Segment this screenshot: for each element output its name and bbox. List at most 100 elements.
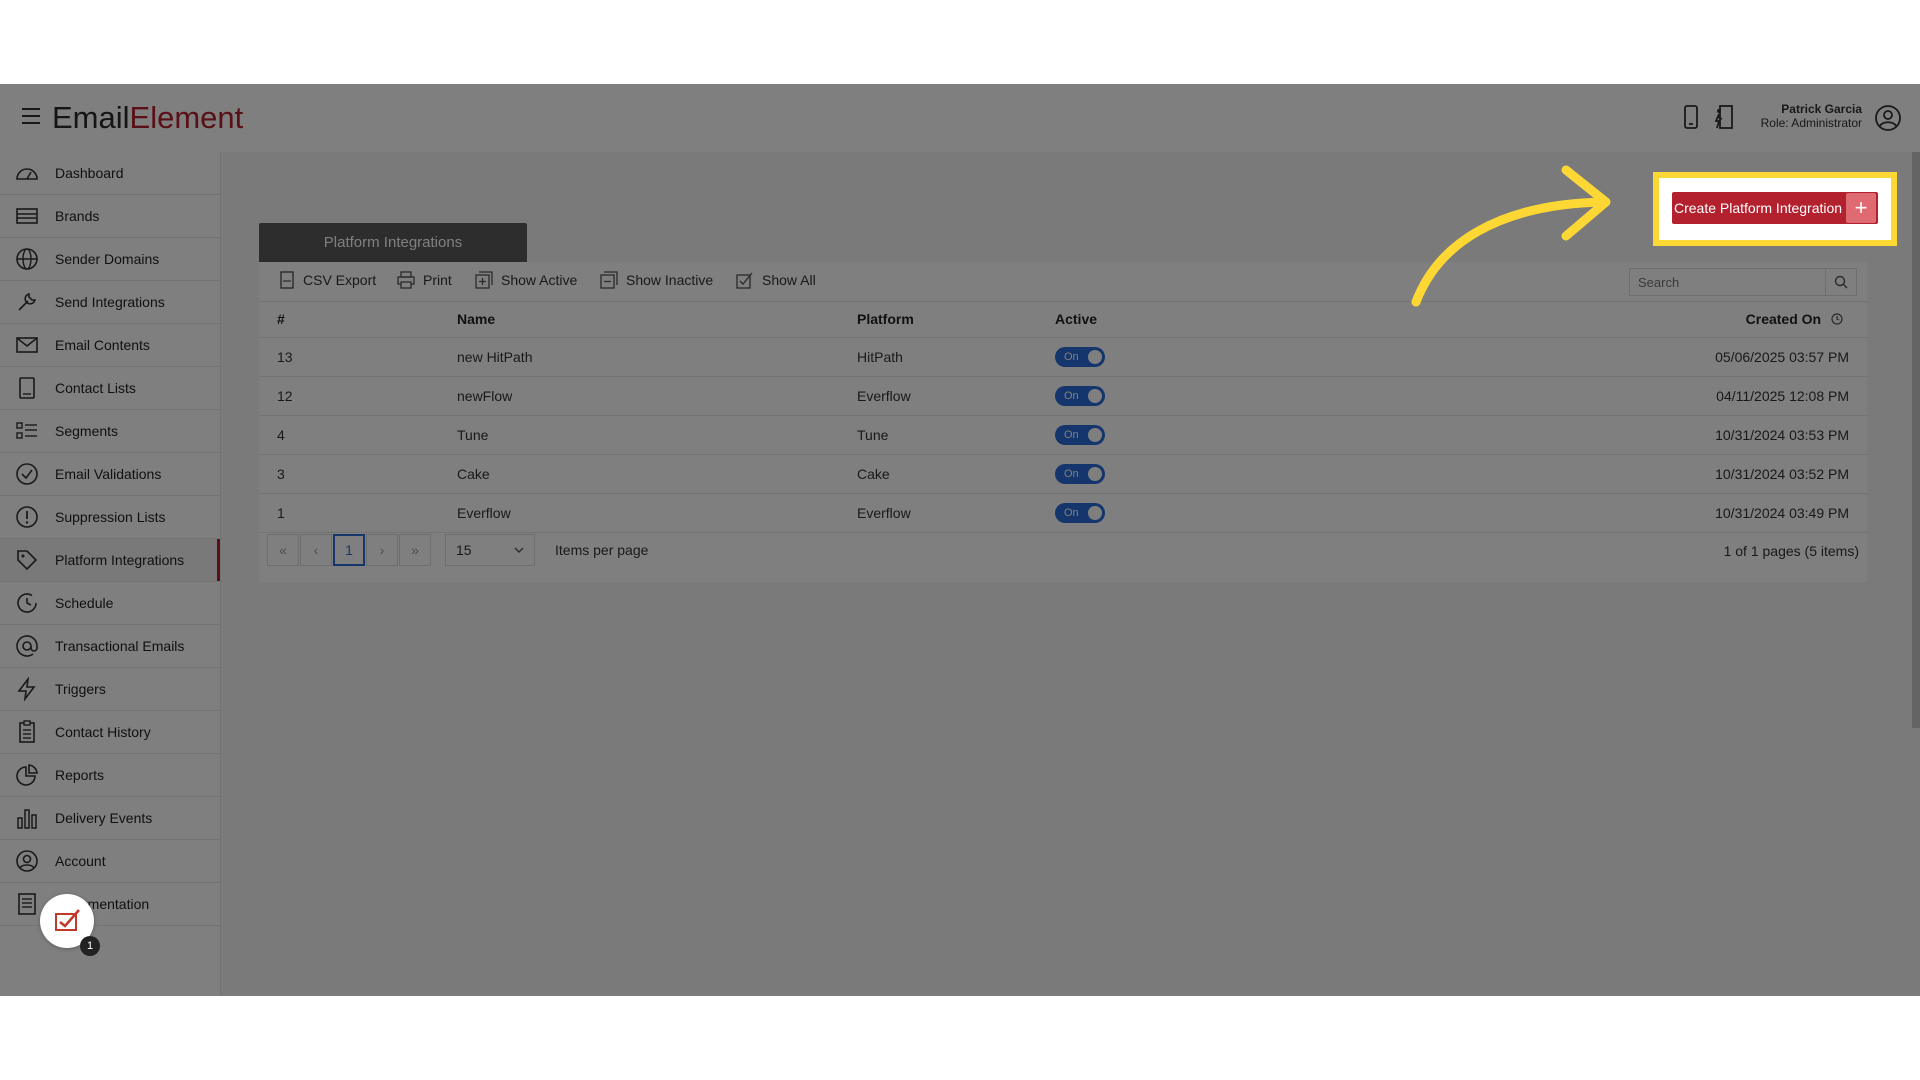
tag-icon	[14, 548, 40, 572]
table-row[interactable]: 4 Tune Tune On 10/31/2024 03:53 PM	[259, 415, 1867, 455]
page-1-button[interactable]: 1	[333, 534, 365, 566]
app-logo[interactable]: EmailElement	[52, 98, 243, 138]
sidebar-item-platform-integrations[interactable]: Platform Integrations	[0, 539, 220, 582]
sidebar-item-contact-history[interactable]: Contact History	[0, 711, 220, 754]
segments-icon	[14, 419, 40, 443]
table-row[interactable]: 3 Cake Cake On 10/31/2024 03:52 PM	[259, 454, 1867, 494]
user-avatar-icon[interactable]	[1874, 104, 1902, 132]
cell-num: 3	[259, 454, 457, 494]
last-page-button[interactable]: »	[399, 534, 431, 566]
logout-icon[interactable]	[1710, 104, 1736, 130]
list-icon	[14, 376, 40, 400]
page-size-value: 15	[456, 542, 472, 558]
page-size-select[interactable]: 15	[445, 534, 535, 566]
tab-platform-integrations[interactable]: Platform Integrations	[259, 223, 527, 262]
sidebar-item-contact-lists[interactable]: Contact Lists	[0, 367, 220, 410]
create-platform-integration-button[interactable]: Create Platform Integration +	[1672, 192, 1879, 224]
cell-created-on: 04/11/2025 12:08 PM	[1275, 376, 1867, 416]
search-icon[interactable]	[1825, 269, 1856, 295]
sidebar-item-segments[interactable]: Segments	[0, 410, 220, 453]
column-header-name[interactable]: Name	[457, 301, 857, 338]
sidebar-item-suppression-lists[interactable]: Suppression Lists	[0, 496, 220, 539]
table-row[interactable]: 12 newFlow Everflow On 04/11/2025 12:08 …	[259, 376, 1867, 416]
sidebar-item-label: Platform Integrations	[55, 552, 185, 568]
sidebar-item-delivery-events[interactable]: Delivery Events	[0, 797, 220, 840]
sidebar-item-label: Transactional Emails	[55, 638, 185, 654]
sidebar-item-label: Contact History	[55, 724, 151, 740]
csv-export-button[interactable]: CSV Export	[279, 271, 376, 289]
search-box	[1629, 268, 1857, 296]
show-all-label: Show All	[762, 272, 816, 288]
print-button[interactable]: Print	[397, 271, 452, 289]
active-toggle[interactable]: On	[1055, 503, 1105, 523]
document-icon	[14, 892, 40, 916]
sidebar-item-label: Email Contents	[55, 337, 150, 353]
next-page-button[interactable]: ›	[366, 534, 398, 566]
show-inactive-label: Show Inactive	[626, 272, 714, 288]
globe-icon	[14, 247, 40, 271]
sidebar-item-email-contents[interactable]: Email Contents	[0, 324, 220, 367]
cell-name: newFlow	[457, 376, 857, 416]
cell-platform: HitPath	[857, 337, 1055, 377]
sidebar-item-label: Send Integrations	[55, 294, 165, 310]
show-inactive-button[interactable]: Show Inactive	[600, 271, 713, 289]
column-header-active[interactable]: Active	[1055, 301, 1275, 338]
pointer-arrow-icon	[1411, 165, 1611, 307]
sidebar-item-brands[interactable]: Brands	[0, 195, 220, 238]
search-input[interactable]	[1630, 269, 1825, 295]
show-active-button[interactable]: Show Active	[475, 271, 577, 289]
chevron-down-icon	[514, 547, 524, 553]
toggle-label: On	[1064, 468, 1079, 480]
sidebar-item-triggers[interactable]: Triggers	[0, 668, 220, 711]
column-header-num[interactable]: #	[259, 301, 457, 338]
cell-name: new HitPath	[457, 337, 857, 377]
mobile-icon[interactable]	[1678, 104, 1704, 130]
csv-export-label: CSV Export	[303, 272, 377, 288]
show-all-button[interactable]: Show All	[736, 271, 816, 289]
first-page-button[interactable]: «	[267, 534, 299, 566]
active-toggle[interactable]: On	[1055, 464, 1105, 484]
user-circle-icon	[14, 849, 40, 873]
app-window: EmailElement Patrick Garcia Role: Admini…	[0, 84, 1920, 996]
sidebar-item-label: Sender Domains	[55, 251, 160, 267]
cell-platform: Everflow	[857, 376, 1055, 416]
table-row[interactable]: 13 new HitPath HitPath On 05/06/2025 03:…	[259, 337, 1867, 377]
page-scrollbar[interactable]	[1912, 152, 1920, 728]
column-header-platform[interactable]: Platform	[857, 301, 1055, 338]
active-toggle[interactable]: On	[1055, 425, 1105, 445]
csv-file-icon	[280, 271, 294, 289]
cell-platform: Cake	[857, 454, 1055, 494]
sidebar-item-email-validations[interactable]: Email Validations	[0, 453, 220, 496]
sidebar-item-dashboard[interactable]: Dashboard	[0, 152, 220, 195]
active-toggle[interactable]: On	[1055, 386, 1105, 406]
feedback-badge: 1	[80, 936, 100, 956]
sidebar-item-schedule[interactable]: Schedule	[0, 582, 220, 625]
cell-name: Tune	[457, 415, 857, 455]
envelope-icon	[14, 333, 40, 357]
grid-toolbar: CSV Export Print Show Active Show Inacti…	[259, 262, 1867, 302]
prev-page-button[interactable]: ‹	[300, 534, 332, 566]
toggle-label: On	[1064, 429, 1079, 441]
logo-text-ail: ail	[98, 100, 130, 135]
sidebar-item-transactional-emails[interactable]: Transactional Emails	[0, 625, 220, 668]
sidebar-item-sender-domains[interactable]: Sender Domains	[0, 238, 220, 281]
clock-icon	[14, 591, 40, 615]
sidebar-item-label: Email Validations	[55, 466, 162, 482]
active-toggle[interactable]: On	[1055, 347, 1105, 367]
show-all-icon	[736, 272, 753, 289]
show-active-label: Show Active	[501, 272, 578, 288]
sidebar-item-reports[interactable]: Reports	[0, 754, 220, 797]
cell-num: 4	[259, 415, 457, 455]
clipboard-icon	[14, 720, 40, 744]
wrench-icon	[14, 290, 40, 314]
sidebar-item-send-integrations[interactable]: Send Integrations	[0, 281, 220, 324]
sidebar-item-documentation[interactable]: Documentation	[0, 883, 220, 926]
alert-circle-icon	[14, 505, 40, 529]
logo-text-em: Em	[52, 100, 99, 135]
user-info: Patrick Garcia Role: Administrator	[1761, 102, 1862, 130]
toggle-label: On	[1064, 507, 1079, 519]
sidebar-item-account[interactable]: Account	[0, 840, 220, 883]
cell-platform: Tune	[857, 415, 1055, 455]
hamburger-menu-icon[interactable]	[22, 108, 40, 124]
created-on-label: Created On	[1745, 311, 1822, 327]
